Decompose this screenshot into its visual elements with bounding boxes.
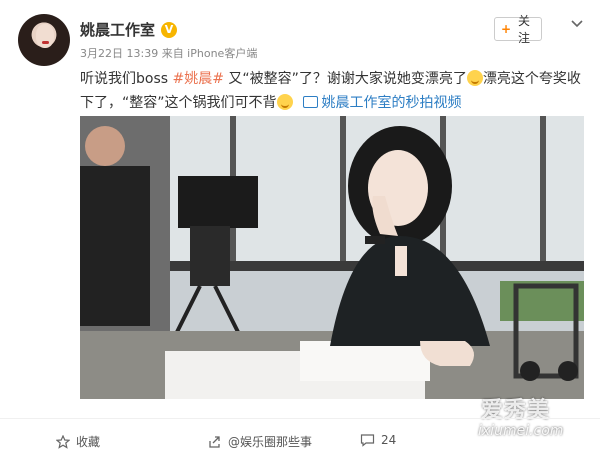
video-thumbnail[interactable] — [80, 116, 584, 399]
star-icon — [56, 434, 70, 449]
share-icon — [209, 435, 220, 448]
plus-icon: + — [501, 22, 512, 36]
post-text-part2: 又“被整容”了？谢谢大家说她变漂亮了 — [223, 71, 467, 87]
author-name-row: 姚晨工作室 V — [80, 19, 178, 40]
comment-count: 24 — [381, 433, 397, 447]
share-button[interactable]: @娱乐圈那些事 — [208, 433, 312, 450]
video-link[interactable]: 姚晨工作室的秒拍视频 — [322, 95, 462, 111]
comment-button[interactable]: 24 — [360, 433, 396, 447]
author-name[interactable]: 姚晨工作室 — [80, 19, 155, 40]
post-text-part1: 听说我们boss — [80, 71, 173, 87]
post-text: 听说我们boss #姚晨# 又“被整容”了？谢谢大家说她变漂亮了 漂亮这个夸奖收下… — [80, 67, 590, 115]
avatar-lips — [42, 41, 49, 44]
post-meta: 3月22日 13:39 来自 iPhone客户端 — [80, 47, 258, 60]
follow-label: 关注 — [518, 14, 531, 45]
hashtag-link[interactable]: #姚晨# — [173, 71, 224, 87]
chevron-down-icon[interactable] — [571, 17, 583, 31]
video-icon — [302, 96, 318, 108]
smile-emoji-icon-2 — [276, 94, 293, 110]
share-overlay-text: @娱乐圈那些事 — [228, 435, 313, 449]
avatar[interactable] — [18, 14, 70, 66]
comment-icon — [360, 434, 375, 447]
avatar-face — [36, 24, 54, 48]
verified-icon: V — [161, 21, 178, 38]
favorite-button[interactable]: 收藏 — [56, 433, 100, 450]
post-footer: 收藏 @娱乐圈那些事 24 — [0, 418, 600, 459]
video-scene — [80, 116, 584, 399]
follow-button[interactable]: + 关注 — [494, 14, 542, 45]
favorite-label: 收藏 — [76, 435, 101, 449]
smile-emoji-icon — [466, 70, 483, 86]
post-header: 姚晨工作室 V 3月22日 13:39 来自 iPhone客户端 + 关注 — [0, 0, 600, 70]
